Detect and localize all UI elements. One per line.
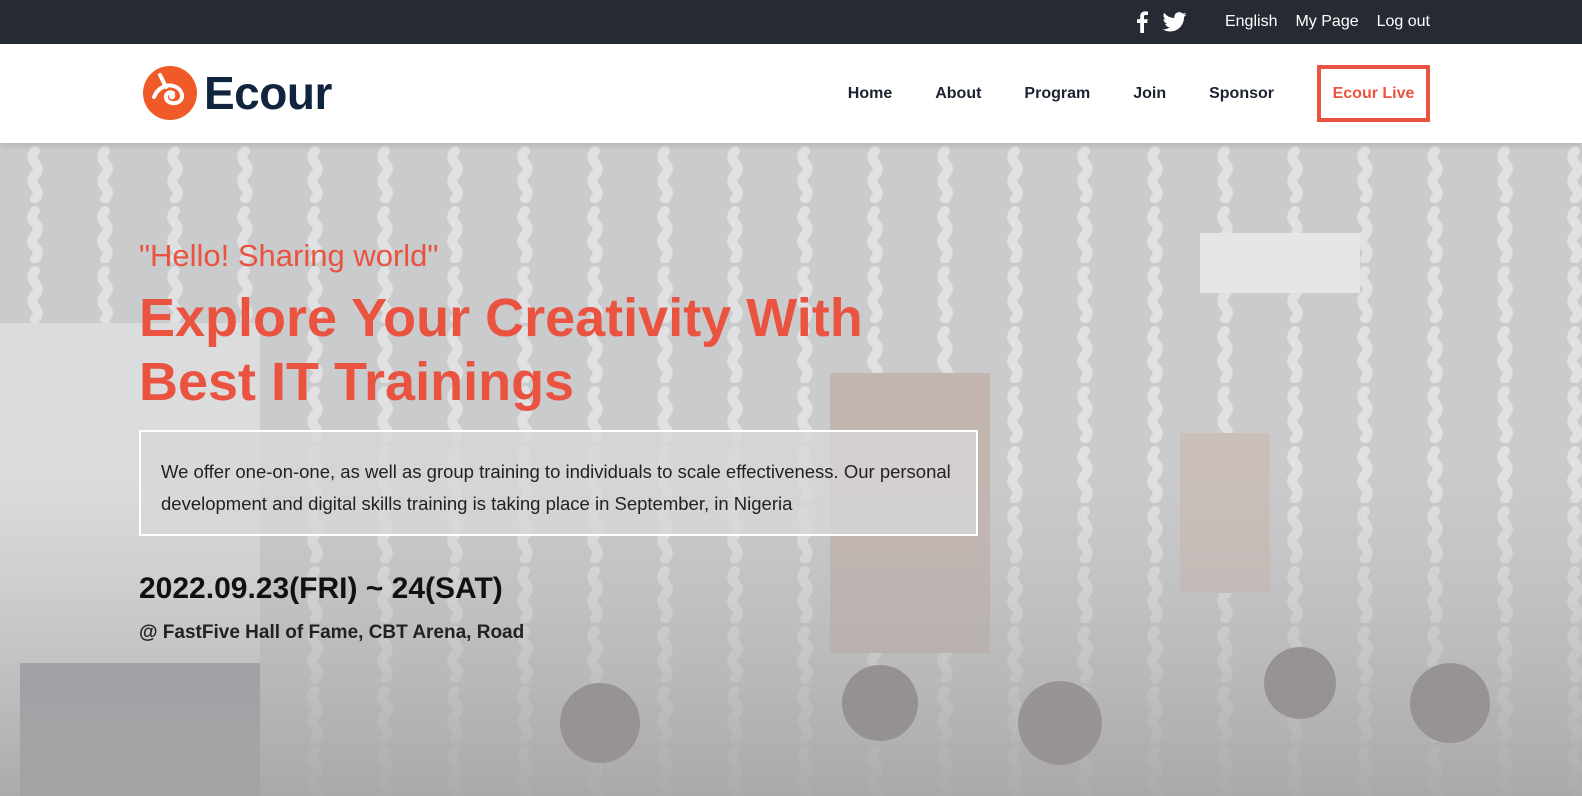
nav-about[interactable]: About — [935, 85, 981, 103]
event-date: 2022.09.23(FRI) ~ 24(SAT) — [139, 572, 503, 605]
site-logo[interactable]: Ecour — [142, 65, 332, 121]
facebook-icon[interactable] — [1136, 11, 1148, 33]
hero-description-box: We offer one-on-one, as well as group tr… — [139, 430, 978, 536]
nav-join[interactable]: Join — [1133, 85, 1166, 103]
hero-section: "Hello! Sharing world" Explore Your Crea… — [0, 143, 1582, 796]
logo-mark-icon — [143, 66, 197, 120]
top-utility-bar: English My Page Log out — [0, 0, 1582, 44]
nav-sponsor[interactable]: Sponsor — [1209, 85, 1274, 103]
hero-tagline: "Hello! Sharing world" — [139, 238, 439, 273]
event-venue: @ FastFive Hall of Fame, CBT Arena, Road — [139, 622, 525, 643]
hero-description: We offer one-on-one, as well as group tr… — [161, 461, 951, 514]
social-links — [1136, 11, 1187, 33]
hero-content: "Hello! Sharing world" Explore Your Crea… — [139, 238, 978, 644]
logout-link[interactable]: Log out — [1377, 13, 1430, 31]
nav-home[interactable]: Home — [848, 85, 892, 103]
hero-headline: Explore Your Creativity With Best IT Tra… — [139, 288, 863, 412]
ecour-live-button[interactable]: Ecour Live — [1317, 65, 1430, 122]
nav-program[interactable]: Program — [1024, 85, 1090, 103]
my-page-link[interactable]: My Page — [1295, 13, 1358, 31]
twitter-icon[interactable] — [1162, 12, 1187, 32]
logo-wordmark: Ecour — [204, 67, 332, 119]
main-header: Ecour Home About Program Join Sponsor Ec… — [0, 44, 1582, 143]
main-nav: Home About Program Join Sponsor Ecour Li… — [805, 65, 1430, 122]
language-link[interactable]: English — [1225, 13, 1277, 31]
